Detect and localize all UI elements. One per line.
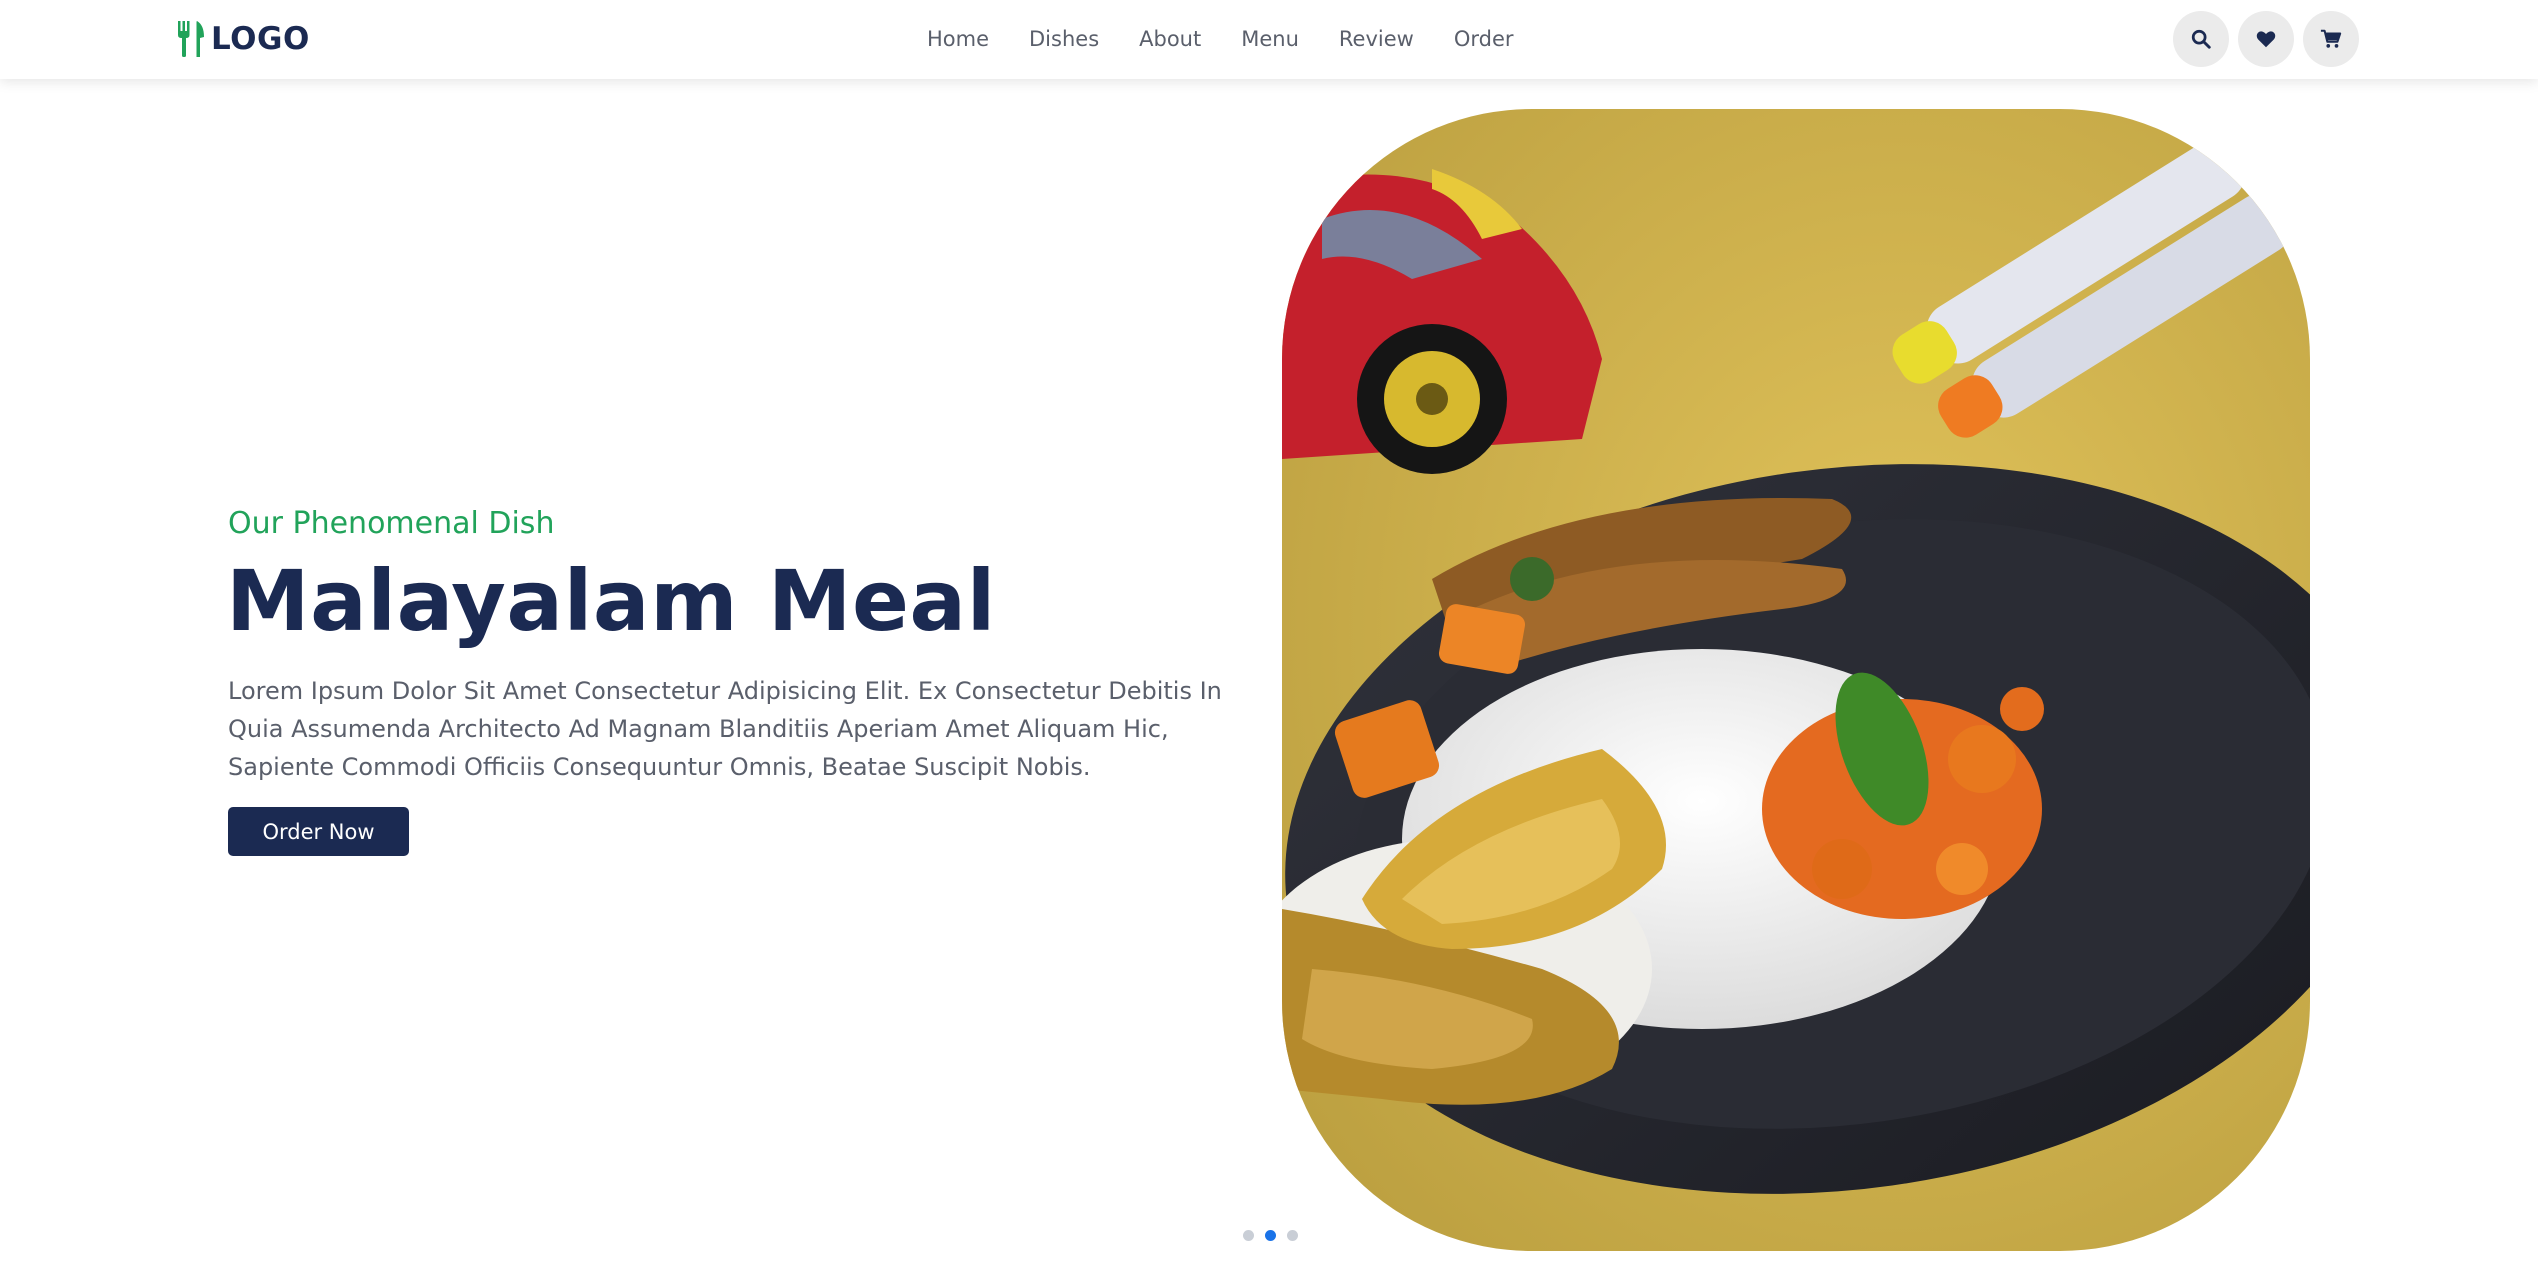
nav-about[interactable]: About [1139,27,1201,51]
cart-button[interactable] [2303,11,2359,67]
hero-title: Malayalam Meal [226,552,996,650]
site-header: LOGO Home Dishes About Menu Review Order [0,0,2538,79]
nav-review[interactable]: Review [1339,27,1414,51]
hero-dish-image [1282,109,2310,1251]
nav-home[interactable]: Home [927,27,989,51]
main-nav: Home Dishes About Menu Review Order [927,22,1514,56]
header-actions [2173,11,2359,67]
heart-icon [2256,31,2276,48]
search-button[interactable] [2173,11,2229,67]
nav-dishes[interactable]: Dishes [1029,27,1099,51]
wishlist-button[interactable] [2238,11,2294,67]
hero-description: Lorem Ipsum Dolor Sit Amet Consectetur A… [228,677,1222,781]
logo[interactable]: LOGO [175,19,310,59]
carousel-dot-1[interactable] [1243,1230,1254,1241]
search-icon [2191,29,2211,49]
logo-text: LOGO [211,21,310,57]
carousel-dot-3[interactable] [1287,1230,1298,1241]
nav-order[interactable]: Order [1454,27,1514,51]
fork-knife-icon [178,21,204,57]
nav-menu[interactable]: Menu [1241,27,1299,51]
order-now-button[interactable]: Order Now [228,807,409,856]
cart-icon [2320,29,2342,48]
carousel-dots [1243,1230,1298,1241]
carousel-dot-2[interactable] [1265,1230,1276,1241]
hero-subtitle: Our Phenomenal Dish [228,506,555,541]
